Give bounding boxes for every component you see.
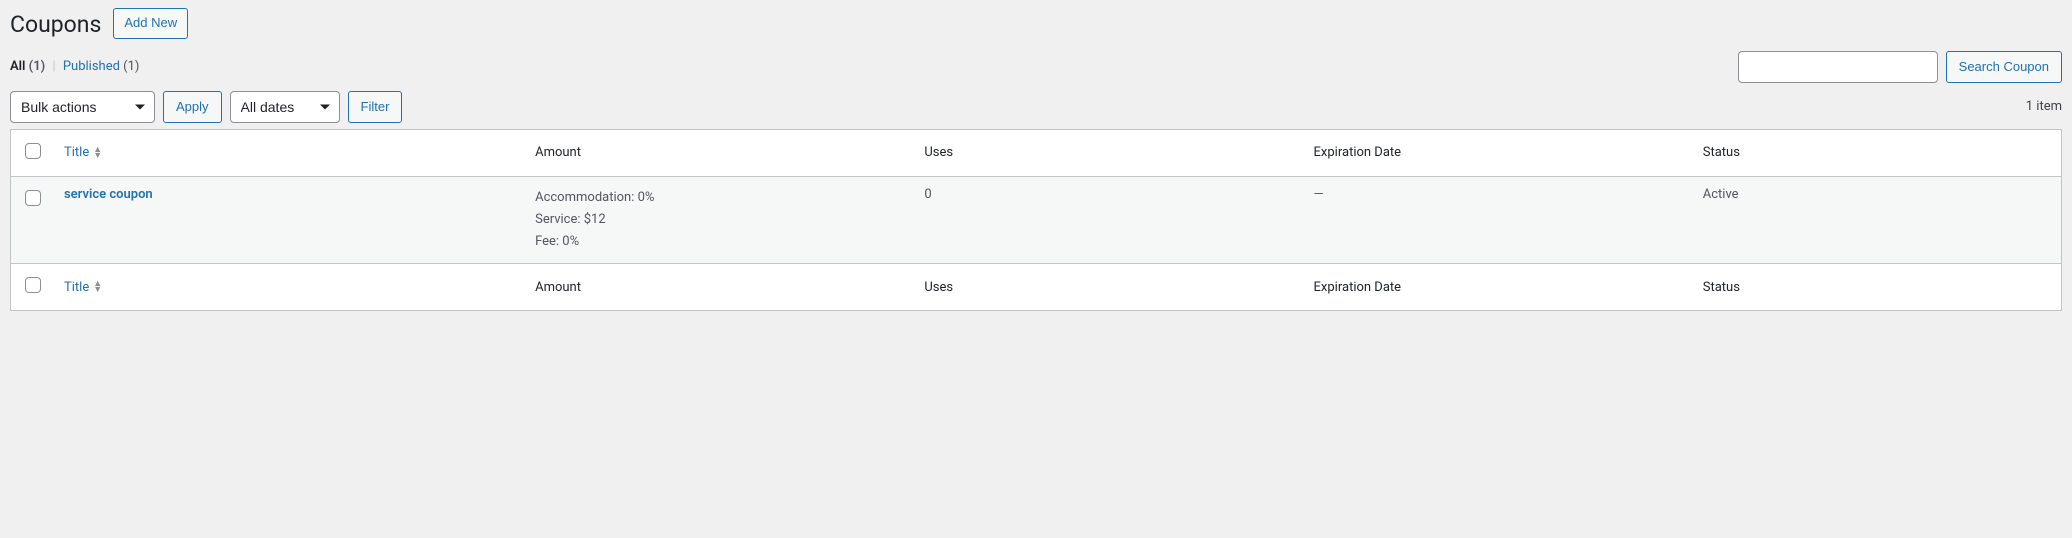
coupon-title-link[interactable]: service coupon: [64, 187, 153, 202]
select-all-checkbox-top[interactable]: [25, 143, 41, 159]
sort-icon: ▲▼: [93, 281, 102, 293]
sort-icon: ▲▼: [93, 147, 102, 159]
select-all-checkbox-bottom[interactable]: [25, 277, 41, 293]
col-status-footer: Status: [1693, 264, 2062, 311]
filter-published[interactable]: Published (1): [63, 59, 140, 74]
col-status: Status: [1693, 129, 2062, 176]
col-title-label-footer: Title: [64, 280, 89, 295]
amount-line-fee: Fee: 0%: [535, 231, 904, 253]
apply-button[interactable]: Apply: [163, 91, 222, 123]
status-filter-links: All (1) | Published (1): [10, 59, 139, 74]
col-uses-footer: Uses: [914, 264, 1303, 311]
page-title: Coupons: [10, 9, 101, 38]
filter-all[interactable]: All (1): [10, 59, 48, 74]
col-amount: Amount: [525, 129, 914, 176]
filter-all-label: All: [10, 59, 25, 74]
col-uses: Uses: [914, 129, 1303, 176]
amount-line-service: Service: $12: [535, 209, 904, 231]
coupons-table: Title ▲▼ Amount Uses Expiration Date Sta…: [10, 129, 2062, 311]
separator: |: [48, 59, 59, 74]
row-checkbox[interactable]: [25, 190, 41, 206]
col-amount-footer: Amount: [525, 264, 914, 311]
filter-published-count: (1): [123, 59, 139, 74]
item-count: 1 item: [2026, 99, 2062, 114]
date-filter-select[interactable]: All dates: [230, 91, 340, 123]
coupon-expiration: —: [1304, 176, 1693, 263]
coupon-amount: Accommodation: 0% Service: $12 Fee: 0%: [525, 176, 914, 263]
col-expiration: Expiration Date: [1304, 129, 1693, 176]
sort-title[interactable]: Title ▲▼: [64, 145, 102, 160]
add-new-button[interactable]: Add New: [113, 8, 188, 39]
amount-line-accommodation: Accommodation: 0%: [535, 187, 904, 209]
bulk-actions-select[interactable]: Bulk actions: [10, 91, 155, 123]
coupon-uses: 0: [914, 176, 1303, 263]
filter-all-count: (1): [29, 59, 46, 74]
col-expiration-footer: Expiration Date: [1304, 264, 1693, 311]
sort-title-footer[interactable]: Title ▲▼: [64, 280, 102, 295]
search-input[interactable]: [1738, 51, 1938, 83]
col-title-label: Title: [64, 145, 89, 160]
coupon-status: Active: [1693, 176, 2062, 263]
table-row: service coupon Accommodation: 0% Service…: [11, 176, 2062, 263]
search-button[interactable]: Search Coupon: [1946, 51, 2062, 83]
filter-published-label: Published: [63, 59, 120, 74]
filter-button[interactable]: Filter: [348, 91, 403, 123]
